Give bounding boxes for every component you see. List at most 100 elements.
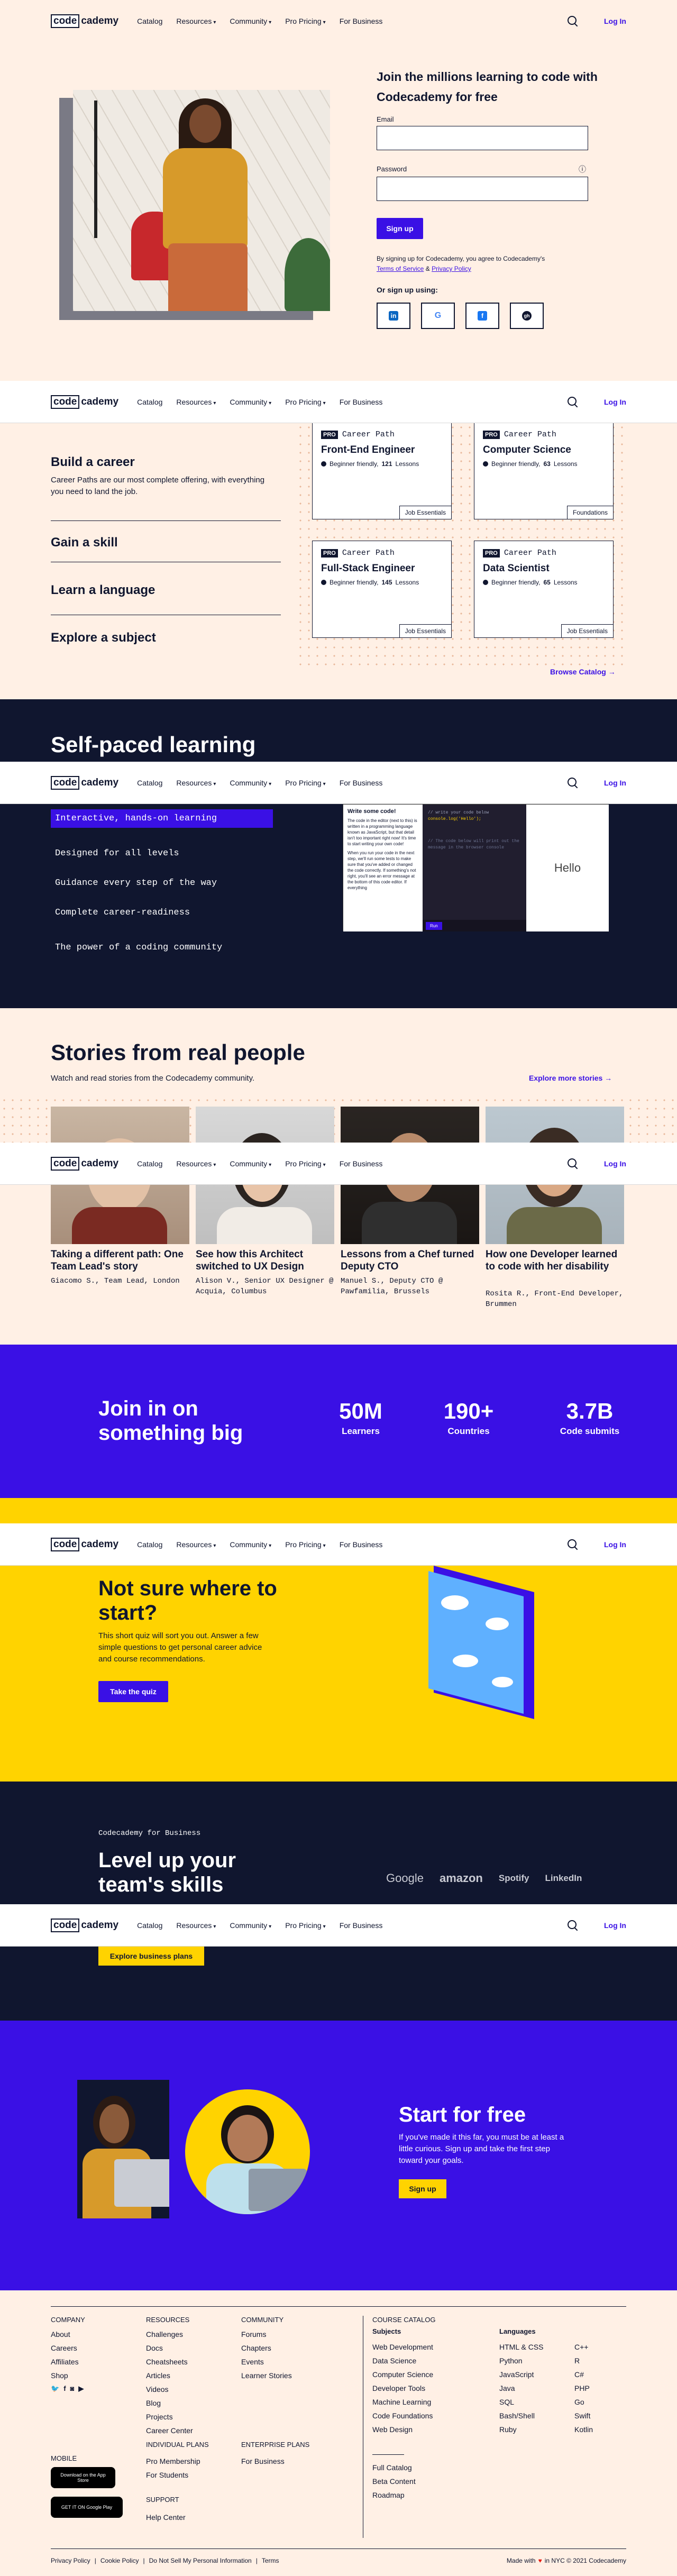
path-build-career[interactable]: Build a career [51,455,135,470]
search-icon[interactable] [567,1920,579,1931]
youtube-icon[interactable]: ▶ [78,2385,84,2393]
nav-resources[interactable]: Resources ▾ [176,398,216,406]
path-learn-language[interactable]: Learn a language [51,583,155,598]
codecademy-logo[interactable]: code cademy [51,775,120,790]
footer-link[interactable]: Beta Content [372,2474,416,2488]
nav-resources[interactable]: Resources ▾ [176,1159,216,1168]
twitter-icon[interactable]: 🐦 [51,2385,59,2393]
footer-link[interactable]: Developer Tools [372,2381,433,2395]
footer-link[interactable]: Learner Stories [241,2369,292,2382]
footer-link[interactable]: Videos [146,2382,193,2396]
footer-link[interactable]: Forums [241,2327,292,2341]
codecademy-logo[interactable]: code cademy [51,395,120,409]
nav-pricing[interactable]: Pro Pricing ▾ [285,398,326,406]
nav-pricing[interactable]: Pro Pricing ▾ [285,1159,326,1168]
nav-pricing[interactable]: Pro Pricing ▾ [285,17,326,25]
nav-catalog[interactable]: Catalog [137,1540,162,1549]
footer-link[interactable]: Shop [51,2369,79,2382]
codecademy-logo[interactable]: code cademy [51,1918,120,1932]
code-pane[interactable]: // write your code below console.log('He… [423,805,526,920]
nav-catalog[interactable]: Catalog [137,17,162,25]
browse-catalog-link[interactable]: Browse Catalog → [550,668,616,676]
nav-community[interactable]: Community ▾ [230,398,271,406]
do-not-sell-link[interactable]: Do Not Sell My Personal Information [149,2557,252,2564]
nav-catalog[interactable]: Catalog [137,779,162,787]
footer-link[interactable]: Go [574,2395,593,2409]
nav-community[interactable]: Community ▾ [230,1159,271,1168]
footer-link[interactable]: Challenges [146,2327,193,2341]
search-icon[interactable] [567,777,579,789]
email-field[interactable] [377,126,588,150]
login-link[interactable]: Log In [604,1921,626,1930]
footer-link[interactable]: Projects [146,2410,193,2424]
terms-link[interactable]: Terms of Service [377,265,424,272]
footer-link[interactable]: Docs [146,2341,193,2355]
footer-link[interactable]: SQL [499,2395,544,2409]
path-gain-skill[interactable]: Gain a skill [51,535,118,550]
footer-link[interactable]: About [51,2327,79,2341]
story-title[interactable]: See how this Architect switched to UX De… [196,1248,334,1273]
footer-link[interactable]: Pro Membership [146,2454,200,2468]
google-signup-button[interactable]: G [421,303,455,329]
explore-business-button[interactable]: Explore business plans [98,1947,204,1966]
footer-link[interactable]: Events [241,2355,292,2369]
take-quiz-button[interactable]: Take the quiz [98,1681,168,1702]
career-path-card[interactable]: PRO Career Path Data Scientist Beginner f… [474,541,614,638]
search-icon[interactable] [567,396,579,408]
login-link[interactable]: Log In [604,398,626,406]
search-icon[interactable] [567,1158,579,1170]
explore-stories-link[interactable]: Explore more stories → [529,1074,612,1082]
nav-resources[interactable]: Resources ▾ [176,17,216,25]
nav-pricing[interactable]: Pro Pricing ▾ [285,1540,326,1549]
story-title[interactable]: Taking a different path: One Team Lead's… [51,1248,189,1273]
nav-community[interactable]: Community ▾ [230,1540,271,1549]
nav-pricing[interactable]: Pro Pricing ▾ [285,1921,326,1930]
footer-link[interactable]: Python [499,2354,544,2368]
footer-link[interactable]: R [574,2354,593,2368]
footer-link[interactable]: Roadmap [372,2488,416,2502]
career-path-card[interactable]: PRO Career Path Computer Science Beginner… [474,422,614,519]
nav-business[interactable]: For Business [340,1921,383,1930]
privacy-policy-link[interactable]: Privacy Policy [51,2557,90,2564]
signup-button[interactable]: Sign up [377,218,423,239]
nav-business[interactable]: For Business [340,779,383,787]
run-button[interactable]: Run [426,921,442,930]
login-link[interactable]: Log In [604,17,626,25]
feature-tab[interactable]: Designed for all levels [51,844,184,863]
codecademy-logo[interactable]: code cademy [51,1537,120,1551]
app-store-badge[interactable]: Download on the App Store [51,2467,115,2488]
search-icon[interactable] [567,1539,579,1550]
login-link[interactable]: Log In [604,1159,626,1168]
password-field[interactable] [377,177,588,201]
login-link[interactable]: Log In [604,1540,626,1549]
footer-link[interactable]: Java [499,2381,544,2395]
linkedin-signup-button[interactable]: in [377,303,410,329]
nav-resources[interactable]: Resources ▾ [176,779,216,787]
footer-link[interactable]: PHP [574,2381,593,2395]
nav-community[interactable]: Community ▾ [230,779,271,787]
feature-tab[interactable]: Interactive, hands-on learning [51,809,273,828]
footer-link[interactable]: Code Foundations [372,2409,433,2423]
footer-link[interactable]: Affiliates [51,2355,79,2369]
nav-pricing[interactable]: Pro Pricing ▾ [285,779,326,787]
story-title[interactable]: How one Developer learned to code with h… [486,1248,624,1273]
nav-resources[interactable]: Resources ▾ [176,1921,216,1930]
footer-link[interactable]: Careers [51,2341,79,2355]
footer-link[interactable]: For Students [146,2468,200,2482]
search-icon[interactable] [567,15,579,27]
cookie-policy-link[interactable]: Cookie Policy [100,2557,139,2564]
footer-link[interactable]: Help Center [146,2510,186,2524]
footer-link[interactable]: Swift [574,2409,593,2423]
footer-link[interactable]: Full Catalog [372,2461,416,2474]
path-explore-subject[interactable]: Explore a subject [51,631,156,645]
terms-link[interactable]: Terms [262,2557,279,2564]
google-play-badge[interactable]: GET IT ON Google Play [51,2497,123,2518]
nav-business[interactable]: For Business [340,17,383,25]
footer-link[interactable]: HTML & CSS [499,2340,544,2354]
footer-link[interactable]: Career Center [146,2424,193,2437]
github-signup-button[interactable]: gh [510,303,544,329]
footer-link[interactable]: Kotlin [574,2423,593,2436]
story-title[interactable]: Lessons from a Chef turned Deputy CTO [341,1248,479,1273]
nav-catalog[interactable]: Catalog [137,1159,162,1168]
codecademy-logo[interactable]: code cademy [51,1156,120,1171]
